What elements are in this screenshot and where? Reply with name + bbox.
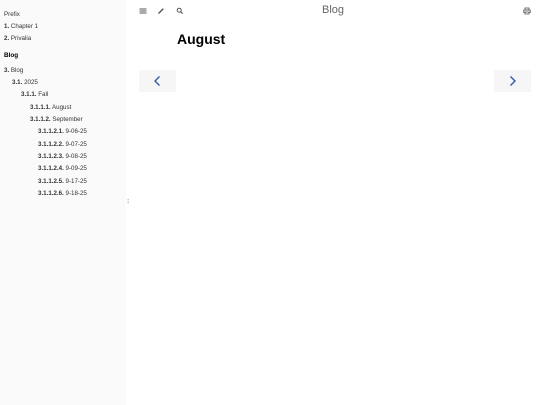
sidebar-toc: Prefix 1. Chapter 1 2. Privalia Blog 3. … (0, 0, 126, 405)
toc-number: 3.1.1.2. (30, 116, 51, 123)
toc-item-2025[interactable]: 3.1. 2025 (12, 79, 38, 87)
chevron-right-icon (510, 76, 516, 86)
page-title: August (177, 31, 226, 47)
toc-number: 3.1. (12, 79, 23, 86)
menu-bar: Blog (126, 0, 540, 22)
toc-number: 3.1.1.2.3. (38, 153, 64, 160)
toc-item-blog[interactable]: 3. Blog (4, 67, 23, 75)
chevron-left-icon (154, 76, 160, 86)
toc-number: 3.1.1.2.4. (38, 165, 64, 172)
toc-label: 2025 (24, 79, 38, 86)
toc-label: Prefix (4, 11, 20, 18)
sidebar-resize-handle[interactable]: ⁝ (127, 199, 131, 207)
toc-item-august[interactable]: 3.1.1.1. August (30, 104, 71, 112)
print-icon (523, 7, 531, 15)
toc-item-fall[interactable]: 3.1.1. Fall (21, 91, 48, 99)
toc-item-post[interactable]: 3.1.1.2.1. 9-06-25 (38, 128, 87, 136)
toc-label: Fall (38, 91, 49, 98)
toc-number: 2. (4, 35, 10, 42)
toc-label: 9-06-25 (65, 128, 87, 135)
toc-item-prefix[interactable]: Prefix (4, 11, 20, 19)
toc-item-chapter-1[interactable]: 1. Chapter 1 (4, 23, 38, 31)
next-chapter-button[interactable] (494, 70, 531, 92)
toc-label: Chapter 1 (10, 23, 39, 30)
toc-number: 3.1.1.2.1. (38, 128, 64, 135)
toc-item-september[interactable]: 3.1.1.2. September (30, 116, 83, 124)
toc-item-post[interactable]: 3.1.1.2.3. 9-08-25 (38, 153, 87, 161)
toc-label: Privalia (10, 35, 32, 42)
toc-label: 9-18-25 (65, 190, 87, 197)
toc-number: 1. (4, 23, 10, 30)
print-button[interactable] (521, 5, 533, 17)
toc-label: 9-17-25 (65, 178, 87, 185)
toc-number: 3.1.1.2.2. (38, 141, 64, 148)
previous-chapter-button[interactable] (139, 70, 176, 92)
toc-item-privalia[interactable]: 2. Privalia (4, 35, 31, 43)
toc-number: 3.1.1.1. (30, 104, 51, 111)
toc-label: 9-07-25 (65, 141, 87, 148)
toc-item-post[interactable]: 3.1.1.2.6. 9-18-25 (38, 190, 87, 198)
toc-label: 9-08-25 (65, 153, 87, 160)
toc-section-heading-blog: Blog (4, 52, 19, 59)
app-window: Prefix 1. Chapter 1 2. Privalia Blog 3. … (0, 0, 540, 405)
book-title: Blog (321, 4, 345, 16)
toc-label: August (52, 104, 72, 111)
toc-label: 9-09-25 (65, 165, 87, 172)
toc-label: Blog (10, 67, 24, 74)
toc-item-post[interactable]: 3.1.1.2.2. 9-07-25 (38, 141, 87, 149)
toc-number: 3. (4, 67, 10, 74)
toc-item-post[interactable]: 3.1.1.2.5. 9-17-25 (38, 178, 87, 186)
toc-item-post[interactable]: 3.1.1.2.4. 9-09-25 (38, 165, 87, 173)
toc-number: 3.1.1. (21, 91, 37, 98)
toc-number: 3.1.1.2.6. (38, 190, 64, 197)
toc-label: September (52, 116, 83, 123)
toc-number: 3.1.1.2.5. (38, 178, 64, 185)
